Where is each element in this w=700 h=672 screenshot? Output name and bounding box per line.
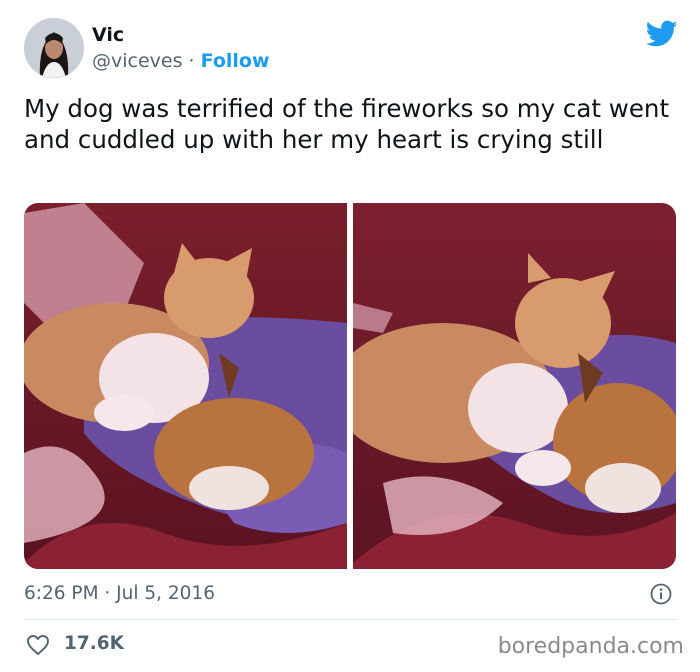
tweet-text: My dog was terrified of the fireworks so… [24,94,670,154]
author-handle-row: @viceves · Follow [92,50,270,72]
tweet-media[interactable] [24,203,676,569]
follow-button[interactable]: Follow [201,50,270,72]
info-icon[interactable] [650,583,672,605]
author-name[interactable]: Vic [92,24,124,46]
watermark: boredpanda.com [497,634,684,659]
heart-icon[interactable] [26,634,50,656]
divider [24,619,676,620]
like-count[interactable]: 17.6K [64,633,124,654]
author-avatar[interactable] [24,18,84,78]
tweet-photo-1[interactable] [24,203,347,569]
separator-dot: · [182,50,201,72]
tweet-photo-2[interactable] [353,203,676,569]
author-handle[interactable]: @viceves [92,50,183,72]
tweet-timestamp[interactable]: 6:26 PM · Jul 5, 2016 [24,583,215,604]
twitter-bird-icon[interactable] [646,20,678,48]
